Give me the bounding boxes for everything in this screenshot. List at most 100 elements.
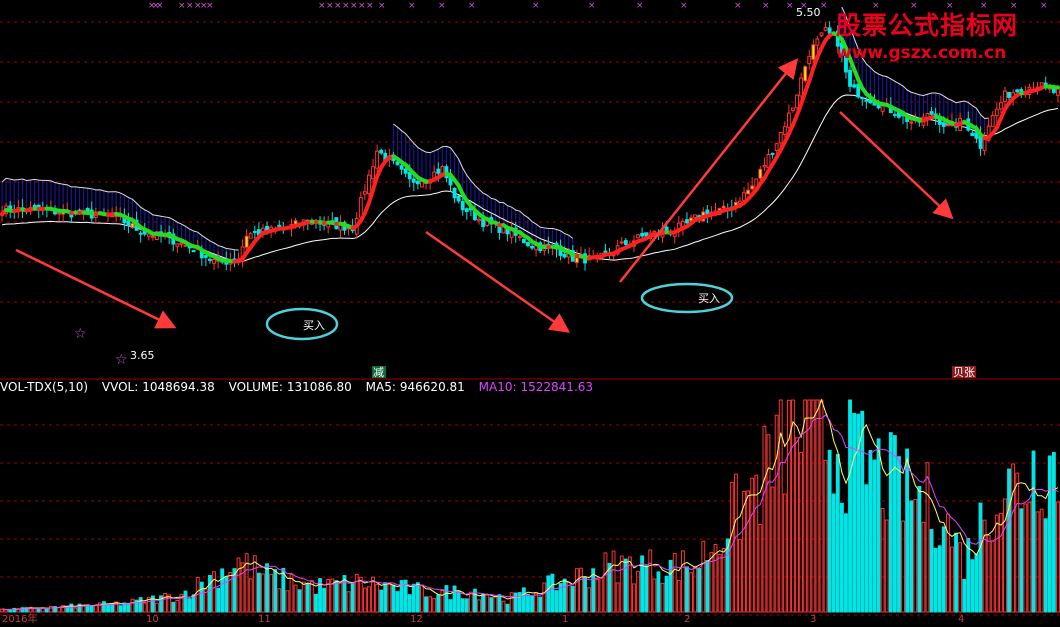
- volume-bar: [967, 539, 970, 612]
- candle-body: [380, 150, 383, 153]
- volume-bar: [368, 587, 371, 612]
- candle-body: [983, 139, 986, 151]
- candle-body: [792, 108, 795, 110]
- vvol-field: VVOL:1048694.38: [102, 380, 219, 394]
- volume-bar: [164, 594, 167, 612]
- signal-x: ×: [532, 1, 540, 11]
- volume-bar: [70, 604, 73, 612]
- candle-body: [995, 109, 998, 115]
- volume-bar: [1057, 502, 1060, 612]
- candle-body: [58, 213, 61, 214]
- volume-bar: [176, 601, 179, 612]
- volume-bar: [995, 515, 998, 612]
- volume-bar: [45, 609, 48, 612]
- volume-bar: [669, 560, 672, 612]
- signal-x: ×: [334, 1, 342, 11]
- candle-body: [812, 45, 815, 60]
- volume-bar: [9, 610, 12, 612]
- volume-bar: [547, 576, 550, 612]
- ma10-value: 1522841.63: [521, 380, 594, 394]
- volume-bar: [127, 604, 130, 612]
- candle-body: [522, 239, 525, 242]
- signal-x: ×: [980, 1, 988, 11]
- volume-bar: [372, 577, 375, 612]
- candle-body: [694, 215, 697, 218]
- signal-x: ×: [872, 1, 880, 11]
- volume-bar: [457, 592, 460, 612]
- volume-bar: [787, 400, 790, 612]
- volume-bar: [661, 583, 664, 612]
- candle-body: [408, 172, 411, 178]
- volume-bar: [465, 599, 468, 612]
- volume-bar: [983, 520, 986, 612]
- volume-bar: [836, 454, 839, 612]
- signal-x: ×: [588, 1, 596, 11]
- candle-body: [645, 233, 648, 236]
- candle-body: [796, 95, 799, 108]
- signal-x: ×: [156, 1, 164, 11]
- ma10-field: MA10:1522841.63: [479, 380, 593, 394]
- candle-body: [991, 116, 994, 127]
- volume-bar: [1048, 456, 1051, 612]
- star-marker: ☆: [115, 352, 128, 368]
- volume-bar: [217, 588, 220, 612]
- volume-bar: [930, 530, 933, 612]
- volume-bar: [726, 539, 729, 612]
- volume-bar: [514, 593, 517, 612]
- ma5-field: MA5:946620.81: [366, 380, 469, 394]
- volume-bar: [1008, 469, 1011, 612]
- candle-body: [849, 70, 852, 86]
- volume-bar: [677, 580, 680, 612]
- volume-bar: [498, 595, 501, 612]
- candle-body: [478, 219, 481, 220]
- volume-bar: [37, 609, 40, 612]
- volume-bar: [551, 574, 554, 612]
- volume-bar: [1032, 451, 1035, 612]
- volume-bar: [310, 581, 313, 612]
- signal-x: ×: [408, 1, 416, 11]
- date-axis: 2016年 10 11 12 1 2 3 4: [2, 612, 964, 623]
- volume-bar: [502, 601, 505, 612]
- candle-body: [771, 153, 774, 154]
- volume-bar: [783, 494, 786, 612]
- volume-bar: [779, 400, 782, 612]
- date-label-3: 12: [410, 614, 423, 623]
- volume-bar: [690, 573, 693, 612]
- volume-bar: [522, 588, 525, 612]
- volume-bar: [853, 413, 856, 612]
- volume-bar: [441, 589, 444, 612]
- candle-body: [624, 241, 627, 245]
- volume-label: VOLUME:: [229, 380, 283, 394]
- candle-body: [804, 67, 807, 81]
- volume-bar: [1012, 464, 1015, 612]
- candle-body: [457, 196, 460, 201]
- volume-bar: [486, 595, 489, 612]
- candle-body: [359, 198, 362, 218]
- signal-x: ×: [910, 1, 918, 11]
- signal-x: ×: [358, 1, 366, 11]
- candle-body: [620, 242, 623, 243]
- low-price-label: 3.65: [130, 349, 155, 362]
- candle-body: [751, 186, 754, 189]
- volume-bar: [1016, 473, 1019, 612]
- volume-bar: [946, 514, 949, 612]
- trend-arrow: [840, 112, 950, 216]
- volume-bar: [963, 579, 966, 612]
- candle-body: [461, 202, 464, 210]
- volume-bar: [94, 605, 97, 612]
- volume-bar: [979, 503, 982, 612]
- candle-body: [253, 231, 256, 232]
- candle-body: [404, 169, 407, 173]
- volume-bar: [580, 568, 583, 612]
- candle-body: [1057, 89, 1060, 96]
- candle-body: [808, 56, 811, 63]
- volume-bar: [290, 574, 293, 612]
- volume-bar: [796, 438, 799, 612]
- volume-bar: [759, 525, 762, 612]
- volume-bar: [889, 433, 892, 612]
- volume-bar: [323, 588, 326, 612]
- candle-body: [999, 103, 1002, 109]
- candle-body: [400, 166, 403, 169]
- volume-bar: [877, 439, 880, 612]
- volume-bar: [469, 592, 472, 612]
